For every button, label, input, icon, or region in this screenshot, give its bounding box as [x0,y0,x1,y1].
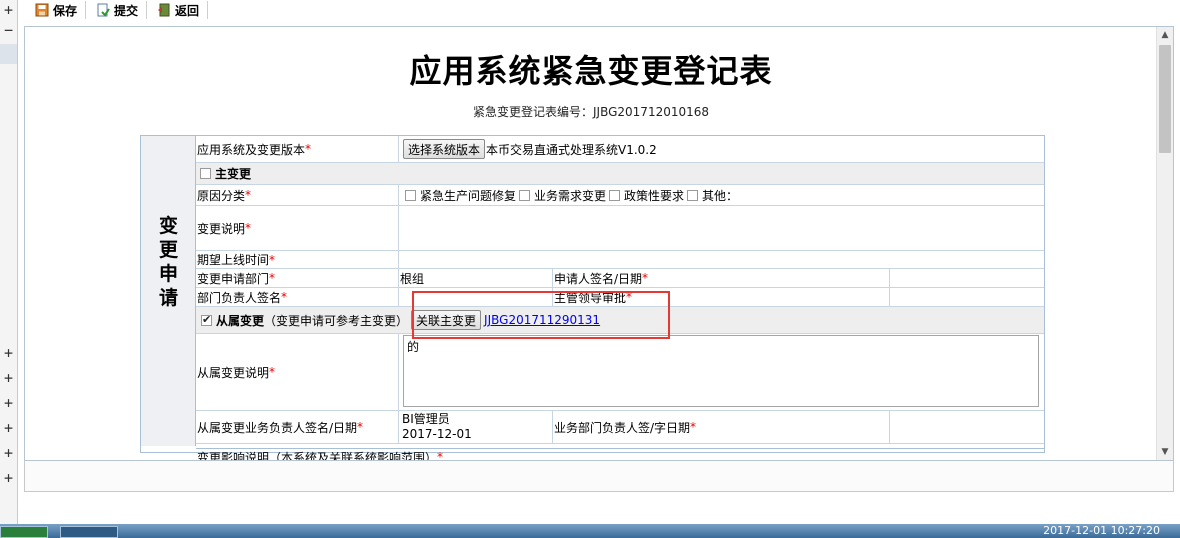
page-title: 应用系统紧急变更登记表 [409,52,773,90]
reason-checkbox[interactable] [687,189,699,201]
sub-owner-name: BI管理员 [402,412,450,426]
expand-button[interactable]: + [0,393,17,415]
taskbar-app[interactable] [60,526,118,538]
main-change-checkbox[interactable] [200,168,211,179]
row-sub-change-desc: 从属变更说明 * 的 [196,334,1044,411]
applicant-sign-field[interactable] [890,269,1044,287]
back-button[interactable]: 返回 [147,1,209,19]
back-label: 返回 [175,3,200,18]
section-header: 变 更 申 请 [141,136,196,446]
collapse-button[interactable]: − [0,20,17,42]
leader-approval-field[interactable] [890,288,1044,306]
biz-dept-head-sign-field[interactable] [890,411,1044,443]
form-number: 紧急变更登记表编号：JJBG201712010168 [472,105,710,119]
vertical-scrollbar[interactable]: ▲ ▼ [1156,27,1173,460]
scroll-up-icon[interactable]: ▲ [1157,27,1173,43]
row-impact: 变更影响说明（本系统及关联系统影响范围） * [196,448,1044,460]
frame-footer [24,461,1174,492]
save-label: 保存 [53,3,78,18]
dept-value: 根组 [399,269,553,287]
expand-button[interactable]: + [0,343,17,365]
expand-button[interactable]: + [0,368,17,390]
expected-online-field[interactable] [399,251,1044,268]
expand-button[interactable]: + [0,468,17,490]
reason-checkbox[interactable] [609,189,621,201]
select-version-button[interactable]: 选择系统版本 [403,139,486,159]
reason-checkbox[interactable] [405,189,416,201]
content-frame: 应用系统紧急变更登记表 紧急变更登记表编号：JJBG201712010168 变… [24,26,1174,461]
scroll-down-icon[interactable]: ▼ [1157,444,1173,460]
row-expected-online: 期望上线时间 * [196,251,1044,269]
form-number-value: JJBG201712010168 [593,105,710,119]
row-change-desc: 变更说明 * [196,206,1044,251]
expand-button[interactable]: + [0,0,17,22]
row-reason: 原因分类 * 紧急生产问题修复 业务需求变更 政策性要求 其他： [196,185,1044,206]
left-tree-gutter: + − + + + + + + [0,0,18,524]
row-main-change: 主变更 [196,163,1044,185]
row-dept: 变更申请部门 * 根组 申请人签名/日期 * [196,269,1044,288]
toolbar: 保存 提交 返回 [25,0,1180,20]
save-button[interactable]: 保存 [25,1,87,19]
expand-button[interactable]: + [0,418,17,440]
row-sub-owner: 从属变更业务负责人签名/日期 * BI管理员 2017-12-01 业务部门负责人… [196,411,1044,444]
app-version-value: 本币交易直通式处理系统V1.0.2 [486,142,657,157]
highlight-box [412,291,670,339]
floppy-icon [35,3,49,17]
start-button[interactable] [0,526,48,538]
row-app-version: 应用系统及变更版本 * 选择系统版本 本币交易直通式处理系统V1.0.2 [196,136,1044,163]
section-label: 变 更 申 请 [158,215,178,309]
expand-button[interactable]: + [0,443,17,465]
submit-label: 提交 [114,3,139,18]
taskbar-clock: 2017-12-01 10:27:20 [1043,524,1160,537]
selected-node[interactable] [0,44,17,64]
change-desc-field[interactable] [399,206,1044,250]
taskbar: 2017-12-01 10:27:20 [0,524,1180,538]
submit-button[interactable]: 提交 [86,1,148,19]
sub-change-desc-textarea[interactable]: 的 [403,335,1039,407]
return-icon [157,3,171,17]
scroll-thumb[interactable] [1159,45,1171,153]
reason-checkbox[interactable] [519,189,531,201]
sub-owner-date: 2017-12-01 [402,427,472,441]
sub-change-checkbox[interactable] [201,313,212,326]
submit-doc-icon [96,3,110,17]
